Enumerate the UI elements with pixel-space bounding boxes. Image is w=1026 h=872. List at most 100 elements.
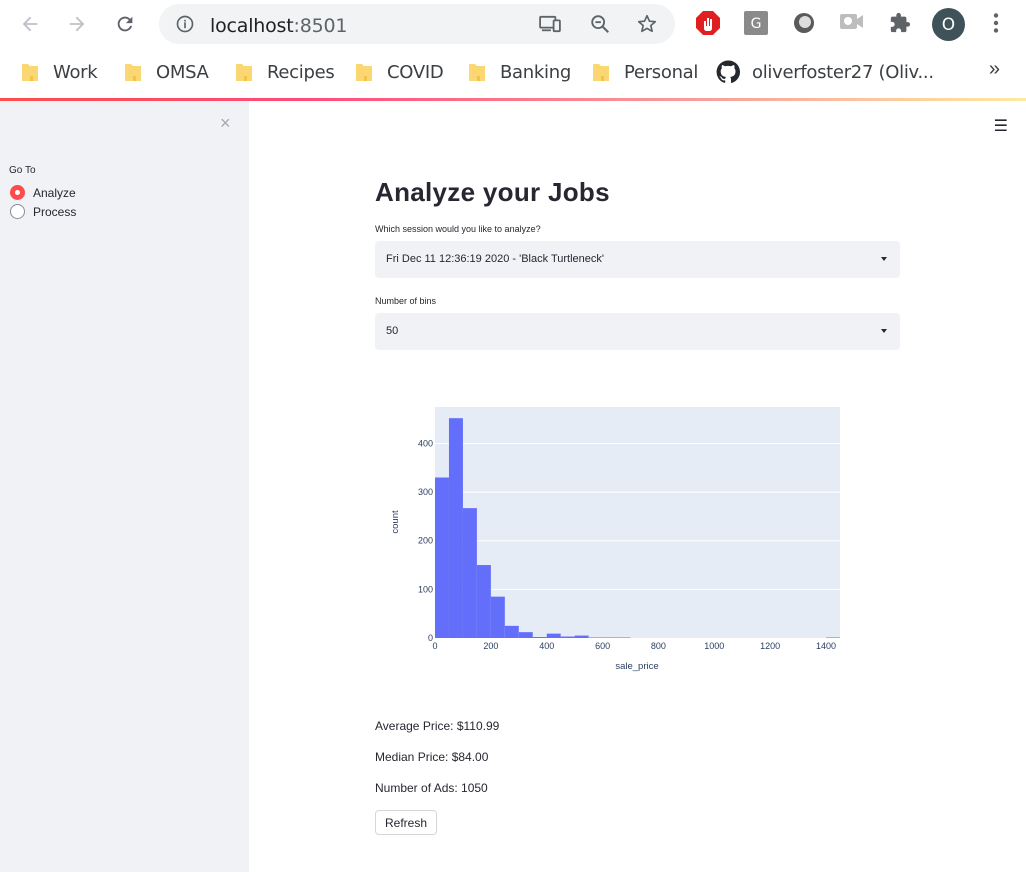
folder-icon xyxy=(469,64,485,81)
sidebar: × Go To Analyze Process xyxy=(0,101,249,872)
bookmark-label: OMSA xyxy=(156,61,209,83)
bookmark-folder[interactable]: Personal xyxy=(592,60,698,84)
radio-unselected-icon xyxy=(10,204,25,219)
g-extension-icon: G xyxy=(744,11,768,35)
puzzle-icon xyxy=(890,12,911,33)
radio-option-process[interactable]: Process xyxy=(10,204,76,219)
cast-device-icon[interactable] xyxy=(539,15,561,33)
histogram-bar[interactable] xyxy=(435,477,449,638)
bookmark-label: COVID xyxy=(387,61,444,83)
histogram-bar[interactable] xyxy=(448,418,463,638)
bins-select-label: Number of bins xyxy=(375,296,437,306)
y-tick-label: 100 xyxy=(418,584,433,594)
bookmark-folder[interactable]: Recipes xyxy=(235,60,335,84)
histogram-bar[interactable] xyxy=(574,635,589,638)
session-select-value: Fri Dec 11 12:36:19 2020 - 'Black Turtle… xyxy=(386,253,604,265)
page-title: Analyze your Jobs xyxy=(375,177,610,207)
back-arrow-icon xyxy=(22,16,38,32)
y-tick-label: 400 xyxy=(418,438,433,448)
folder-icon xyxy=(22,64,38,81)
y-tick-label: 300 xyxy=(418,487,433,497)
bookmark-folder[interactable]: Work xyxy=(21,60,98,84)
chevron-down-icon xyxy=(881,329,887,333)
forward-arrow-icon xyxy=(69,16,85,32)
reload-icon xyxy=(117,16,133,32)
histogram-bar[interactable] xyxy=(476,565,491,638)
bins-select-value: 50 xyxy=(386,325,399,337)
bookmark-folder[interactable]: COVID xyxy=(355,60,444,84)
circle-extension-icon xyxy=(794,13,814,33)
y-tick-label: 200 xyxy=(418,536,433,546)
svg-text:G: G xyxy=(751,16,762,32)
g-extension[interactable]: G xyxy=(743,10,769,36)
video-extension-icon xyxy=(840,14,863,29)
bookmark-label: oliverfoster27 (Oliv... xyxy=(752,61,934,83)
bookmark-github[interactable]: oliverfoster27 (Oliv... xyxy=(716,60,934,84)
radio-option-analyze[interactable]: Analyze xyxy=(10,185,76,200)
x-tick-label: 200 xyxy=(483,641,498,651)
site-info-icon[interactable] xyxy=(175,14,195,34)
url-host: localhost xyxy=(210,15,294,37)
forward-button[interactable] xyxy=(59,6,95,42)
radio-label: Process xyxy=(33,204,77,219)
address-bar[interactable]: localhost:8501 xyxy=(159,4,675,44)
bookmark-label: Recipes xyxy=(267,61,335,83)
bookmark-label: Work xyxy=(53,61,98,83)
x-tick-label: 800 xyxy=(651,641,666,651)
folder-icon xyxy=(356,64,372,81)
app-menu-button[interactable]: ☰ xyxy=(994,116,1008,136)
x-tick-label: 600 xyxy=(595,641,610,651)
adblock-extension[interactable] xyxy=(695,10,721,36)
nav-label: Go To xyxy=(9,165,36,176)
github-icon xyxy=(716,60,740,84)
circle-extension[interactable] xyxy=(791,10,817,36)
bookmark-label: Banking xyxy=(500,61,571,83)
back-button[interactable] xyxy=(12,6,48,42)
x-tick-label: 1200 xyxy=(760,641,780,651)
url-port: :8501 xyxy=(293,15,348,37)
reload-button[interactable] xyxy=(107,6,143,42)
adblock-stop-icon xyxy=(696,11,720,35)
histogram-bar[interactable] xyxy=(462,508,477,638)
browser-toolbar: localhost:8501 G O xyxy=(0,0,1026,48)
folder-icon xyxy=(236,64,252,81)
histogram-bar[interactable] xyxy=(490,596,505,638)
bookmarks-bar: Work OMSA Recipes COVID Banking Personal… xyxy=(0,48,1026,96)
x-tick-label: 1400 xyxy=(816,641,836,651)
x-axis-label: sale_price xyxy=(615,661,658,672)
bookmark-star-icon[interactable] xyxy=(636,13,658,35)
y-tick-label: 0 xyxy=(428,633,433,643)
more-bookmarks-button[interactable]: » xyxy=(989,58,1000,81)
zoom-out-icon[interactable] xyxy=(589,13,611,35)
bookmark-folder[interactable]: OMSA xyxy=(124,60,209,84)
video-extension[interactable] xyxy=(839,10,865,36)
median-price-text: Median Price: $84.00 xyxy=(375,750,489,764)
folder-icon xyxy=(125,64,141,81)
profile-avatar[interactable]: O xyxy=(932,8,965,41)
url-text: localhost:8501 xyxy=(210,15,347,37)
refresh-button[interactable]: Refresh xyxy=(375,810,437,835)
close-sidebar-button[interactable]: × xyxy=(220,113,231,134)
histogram-bar[interactable] xyxy=(560,636,575,638)
histogram-bar[interactable] xyxy=(532,637,547,638)
extensions-button[interactable] xyxy=(887,10,913,36)
session-select[interactable]: Fri Dec 11 12:36:19 2020 - 'Black Turtle… xyxy=(375,241,900,278)
average-price-text: Average Price: $110.99 xyxy=(375,719,500,733)
x-tick-label: 400 xyxy=(539,641,554,651)
folder-icon xyxy=(593,64,609,81)
histogram-bar[interactable] xyxy=(504,625,519,638)
histogram-bar[interactable] xyxy=(546,633,561,638)
histogram-bar[interactable] xyxy=(518,632,533,638)
radio-selected-icon xyxy=(10,185,25,200)
x-tick-label: 0 xyxy=(432,641,437,651)
histogram-chart: 0 200 400 600 800 1000 1200 1400 0 100 200 300 400 … xyxy=(385,398,855,680)
x-tick-label: 1000 xyxy=(704,641,724,651)
chrome-menu-button[interactable] xyxy=(983,10,1009,36)
ad-count-text: Number of Ads: 1050 xyxy=(375,781,488,795)
chevron-down-icon xyxy=(881,257,887,261)
bookmark-folder[interactable]: Banking xyxy=(468,60,571,84)
radio-label: Analyze xyxy=(33,185,76,200)
bookmark-label: Personal xyxy=(624,61,699,83)
bins-select[interactable]: 50 xyxy=(375,313,900,350)
y-axis-label: count xyxy=(390,510,401,534)
